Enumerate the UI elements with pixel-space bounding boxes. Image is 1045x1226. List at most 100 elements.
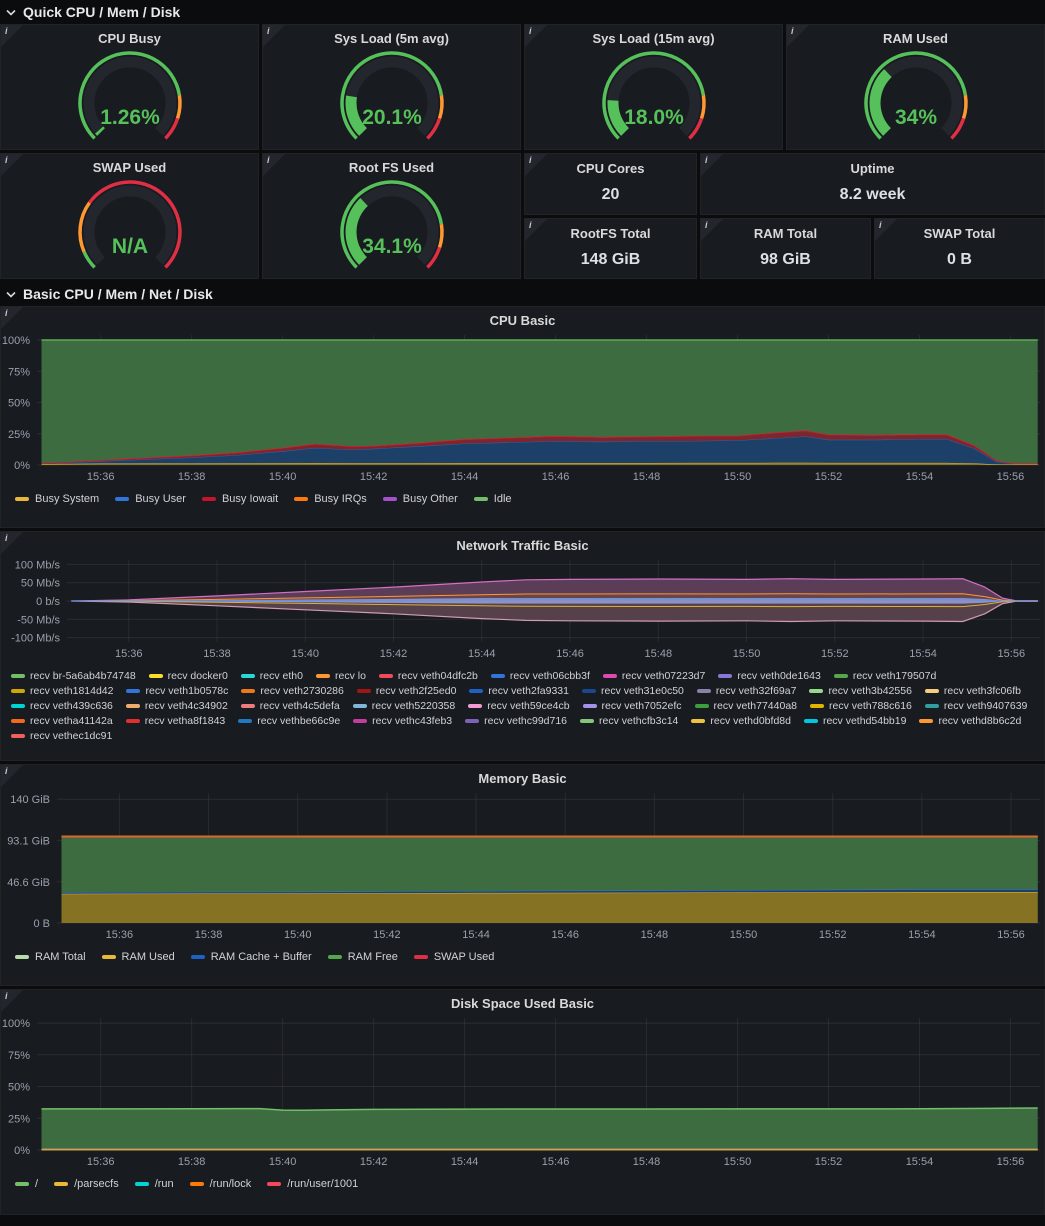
panel-info-icon[interactable]: i xyxy=(263,154,285,176)
legend-item[interactable]: recv br-5a6ab4b74748 xyxy=(11,670,136,682)
legend-item[interactable]: recv veth9407639 xyxy=(925,700,1027,712)
legend-item[interactable]: recv veth4c5defa xyxy=(241,700,340,712)
legend-item[interactable]: recv vetha8f1843 xyxy=(126,715,226,727)
legend-item[interactable]: SWAP Used xyxy=(414,951,495,963)
panel-title[interactable]: CPU Basic xyxy=(1,307,1044,329)
legend-item[interactable]: /run/lock xyxy=(190,1178,252,1190)
legend-item[interactable]: recv veth77440a8 xyxy=(695,700,797,712)
panel-info-icon[interactable]: i xyxy=(1,532,23,554)
legend-item[interactable]: recv veth439c636 xyxy=(11,700,113,712)
panel-info-icon[interactable]: i xyxy=(525,219,547,241)
panel-title[interactable]: CPU Busy xyxy=(1,25,258,47)
x-axis-label: 15:40 xyxy=(284,929,312,941)
legend-item[interactable]: recv veth7052efc xyxy=(583,700,682,712)
legend-item[interactable]: recv veth59ce4cb xyxy=(468,700,569,712)
legend-item[interactable]: Idle xyxy=(474,493,512,505)
panel-info-icon[interactable]: i xyxy=(525,154,547,176)
panel-title[interactable]: Disk Space Used Basic xyxy=(1,990,1044,1012)
legend-item[interactable]: Busy Other xyxy=(383,493,458,505)
legend-item[interactable]: recv veth32f69a7 xyxy=(697,685,797,697)
panel-title[interactable]: SWAP Total xyxy=(875,219,1044,242)
panel-info-icon[interactable]: i xyxy=(1,765,23,787)
legend-item[interactable]: RAM Used xyxy=(102,951,175,963)
legend-item[interactable]: recv veth31e0c50 xyxy=(582,685,684,697)
legend-item[interactable]: recv vethc99d716 xyxy=(465,715,567,727)
legend-item[interactable]: recv vethbe66c9e xyxy=(238,715,340,727)
panel-title[interactable]: Uptime xyxy=(701,154,1044,177)
cpu-basic-chart[interactable]: 0%25%50%75%100%15:3615:3815:4015:4215:44… xyxy=(1,329,1044,492)
legend-item[interactable]: recv veth4c34902 xyxy=(126,700,228,712)
legend-item[interactable]: /run/user/1001 xyxy=(267,1178,358,1190)
legend-item[interactable]: RAM Total xyxy=(15,951,86,963)
legend-item[interactable]: RAM Free xyxy=(328,951,398,963)
cpu-basic-legend: Busy System Busy User Busy Iowait Busy IRQs… xyxy=(1,492,1044,505)
panel-info-icon[interactable]: i xyxy=(875,219,897,241)
panel-title[interactable]: RAM Total xyxy=(701,219,870,242)
legend-item[interactable]: recv veth5220358 xyxy=(353,700,455,712)
panel-title[interactable]: Sys Load (5m avg) xyxy=(263,25,520,47)
legend-swatch xyxy=(102,955,116,959)
legend-swatch xyxy=(353,704,367,708)
panel-info-icon[interactable]: i xyxy=(1,307,23,329)
panel-title[interactable]: Network Traffic Basic xyxy=(1,532,1044,554)
x-axis-label: 15:50 xyxy=(730,929,758,941)
panel-info-icon[interactable]: i xyxy=(701,219,723,241)
legend-item[interactable]: recv vethd8b6c2d xyxy=(919,715,1021,727)
legend-item[interactable]: recv lo xyxy=(316,670,366,682)
panel-info-icon[interactable]: i xyxy=(525,25,547,47)
panel-info-icon[interactable]: i xyxy=(701,154,723,176)
memory-basic-chart[interactable]: 0 B46.6 GiB93.1 GiB140 GiB15:3615:3815:4… xyxy=(1,787,1044,950)
legend-item[interactable]: recv veth2fa9331 xyxy=(469,685,569,697)
network-traffic-chart[interactable]: -100 Mb/s-50 Mb/s0 b/s50 Mb/s100 Mb/s15:… xyxy=(1,554,1044,669)
gauge-svg: 18.0% xyxy=(579,47,729,149)
legend-item[interactable]: /parsecfs xyxy=(54,1178,119,1190)
legend-label: /run/user/1001 xyxy=(287,1178,358,1190)
legend-item[interactable]: Busy User xyxy=(115,493,186,505)
legend-swatch xyxy=(697,689,711,693)
disk-space-chart[interactable]: 0%25%50%75%100%15:3615:3815:4015:4215:44… xyxy=(1,1012,1044,1177)
legend-item[interactable]: recv eth0 xyxy=(241,670,303,682)
legend-item[interactable]: recv veth0de1643 xyxy=(718,670,820,682)
legend-swatch xyxy=(126,719,140,723)
panel-title[interactable]: Root FS Used xyxy=(263,154,520,176)
legend-item[interactable]: RAM Cache + Buffer xyxy=(191,951,312,963)
panel-title[interactable]: RAM Used xyxy=(787,25,1044,47)
legend-item[interactable]: recv vethcfb3c14 xyxy=(580,715,678,727)
legend-item[interactable]: recv veth06cbb3f xyxy=(491,670,590,682)
section-header-basic[interactable]: Basic CPU / Mem / Net / Disk xyxy=(0,282,1045,306)
legend-item[interactable]: recv vethc43feb3 xyxy=(353,715,452,727)
legend-item[interactable]: recv veth3fc06fb xyxy=(925,685,1021,697)
legend-item[interactable]: recv veth2f25ed0 xyxy=(357,685,457,697)
legend-item[interactable]: Busy Iowait xyxy=(202,493,278,505)
legend-item[interactable]: recv veth1b0578c xyxy=(126,685,228,697)
legend-item[interactable]: Busy System xyxy=(15,493,99,505)
legend-swatch xyxy=(15,955,29,959)
legend-item[interactable]: recv veth3b42556 xyxy=(809,685,911,697)
panel-title[interactable]: RootFS Total xyxy=(525,219,696,242)
legend-item[interactable]: /run xyxy=(135,1178,174,1190)
legend-item[interactable]: recv docker0 xyxy=(149,670,228,682)
panel-title[interactable]: Sys Load (15m avg) xyxy=(525,25,782,47)
legend-item[interactable]: recv vethd54bb19 xyxy=(804,715,906,727)
panel-title[interactable]: CPU Cores xyxy=(525,154,696,177)
legend-item[interactable]: recv vetha41142a xyxy=(11,715,113,727)
legend-item[interactable]: recv veth788c616 xyxy=(810,700,912,712)
legend-item[interactable]: recv veth1814d42 xyxy=(11,685,113,697)
panel-info-icon[interactable]: i xyxy=(1,25,23,47)
x-axis-label: 15:50 xyxy=(724,471,752,483)
legend-item[interactable]: recv vethd0bfd8d xyxy=(691,715,791,727)
legend-item[interactable]: recv veth2730286 xyxy=(241,685,343,697)
panel-info-icon[interactable]: i xyxy=(263,25,285,47)
legend-item[interactable]: recv veth07223d7 xyxy=(603,670,705,682)
panel-info-icon[interactable]: i xyxy=(787,25,809,47)
legend-item[interactable]: recv veth179507d xyxy=(834,670,936,682)
legend-item[interactable]: / xyxy=(15,1178,38,1190)
panel-info-icon[interactable]: i xyxy=(1,990,23,1012)
panel-title[interactable]: Memory Basic xyxy=(1,765,1044,787)
legend-item[interactable]: recv veth04dfc2b xyxy=(379,670,478,682)
panel-info-icon[interactable]: i xyxy=(1,154,23,176)
section-header-quick[interactable]: Quick CPU / Mem / Disk xyxy=(0,0,1045,24)
legend-item[interactable]: Busy IRQs xyxy=(294,493,367,505)
legend-item[interactable]: recv vethec1dc91 xyxy=(11,730,112,742)
panel-title[interactable]: SWAP Used xyxy=(1,154,258,176)
